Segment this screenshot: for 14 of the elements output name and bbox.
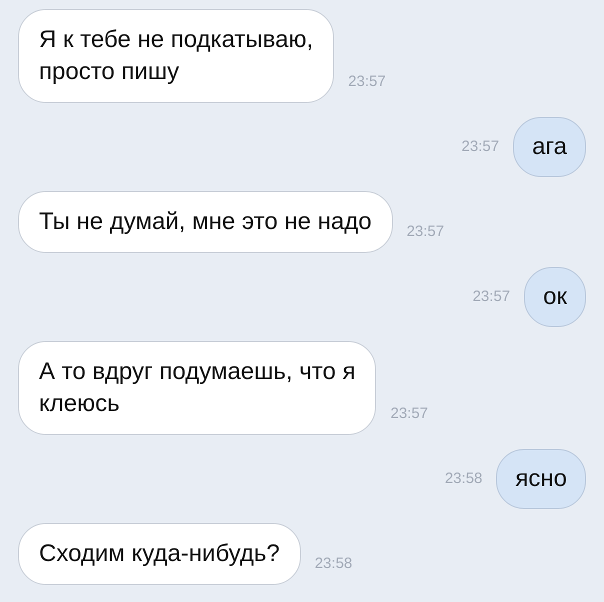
message-bubble: ок — [524, 267, 586, 327]
timestamp: 23:58 — [444, 468, 482, 489]
message-bubble: А то вдруг подумаешь, что я клеюсь — [18, 341, 376, 435]
message-bubble: ага — [513, 117, 586, 177]
message-bubble: ясно — [496, 449, 586, 509]
message-bubble: Я к тебе не подкатываю, просто пишу — [18, 9, 334, 103]
timestamp: 23:57 — [348, 72, 386, 92]
timestamp: 23:57 — [462, 136, 500, 157]
timestamp: 23:57 — [390, 404, 428, 424]
message-bubble: Сходим куда-нибудь? — [18, 523, 301, 585]
timestamp: 23:58 — [314, 554, 352, 574]
timestamp: 23:57 — [472, 286, 510, 307]
timestamp: 23:57 — [406, 222, 444, 242]
message-bubble: Ты не думай, мне это не надо — [18, 191, 393, 253]
